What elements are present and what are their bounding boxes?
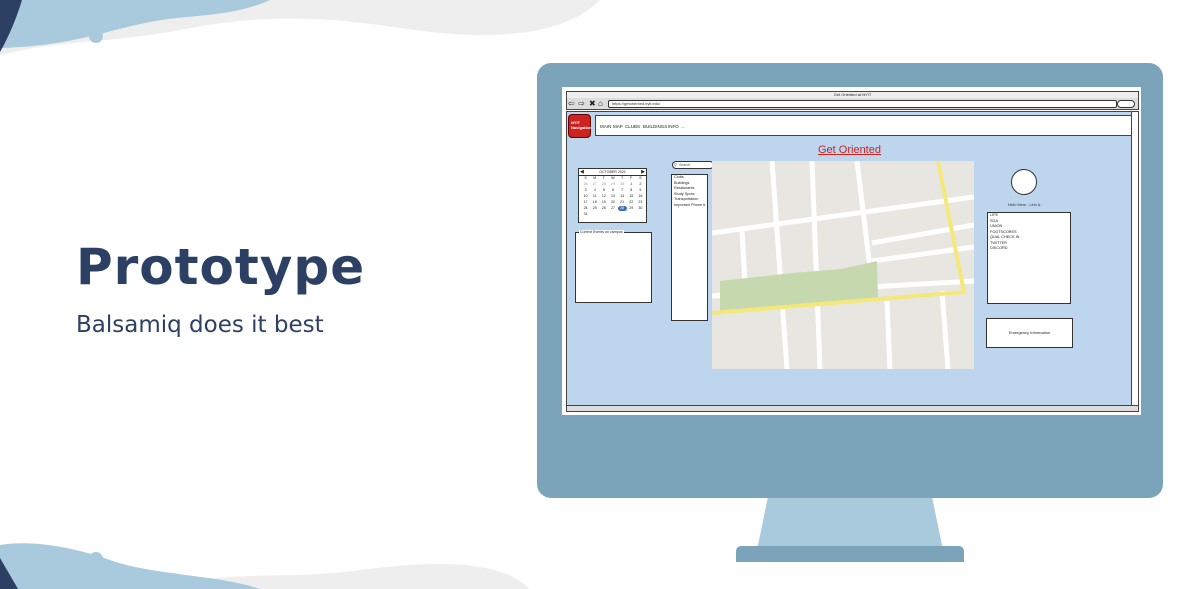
calendar-day[interactable]: 9 <box>636 188 645 193</box>
calendar-day[interactable]: 13 <box>608 194 617 199</box>
list-item[interactable]: Important Phone # <box>672 203 707 209</box>
search-icon: ⚲ <box>674 162 677 167</box>
calendar-day[interactable]: 10 <box>581 194 590 199</box>
calendar-day[interactable]: 5 <box>599 188 608 193</box>
horizontal-scrollbar[interactable] <box>566 405 1139 412</box>
calendar-day[interactable]: 19 <box>599 200 608 205</box>
calendar-day[interactable]: 29 <box>608 182 617 187</box>
calendar-day[interactable]: 21 <box>618 200 627 205</box>
calendar-day[interactable]: 11 <box>590 194 599 199</box>
calendar-weekday: S <box>639 176 642 180</box>
campus-map[interactable] <box>712 161 974 369</box>
calendar-day[interactable]: 3 <box>581 188 590 193</box>
monitor-stand <box>757 496 943 550</box>
calendar-weekday: W <box>611 176 615 180</box>
calendar-weekday: T <box>602 176 605 180</box>
emergency-info-button[interactable]: Emergency Information <box>986 318 1073 348</box>
menu-item-main[interactable]: MAIN <box>600 124 611 129</box>
calendar-grid: S M T W T F S 26 27 28 29 30 1 2 3 4 5 6 7 8 9 10 11 12 13 14 15 16… <box>581 176 645 217</box>
calendar-day[interactable]: 24 <box>581 206 590 211</box>
slide-subtitle: Balsamiq does it best <box>76 312 324 338</box>
calendar-day[interactable]: 28 <box>599 182 608 187</box>
calendar-next-icon[interactable]: ▶ <box>641 169 645 175</box>
calendar-day[interactable]: 26 <box>599 206 608 211</box>
calendar-day[interactable]: 18 <box>590 200 599 205</box>
calendar-day[interactable]: 28 <box>617 206 627 211</box>
calendar-day[interactable]: 20 <box>608 200 617 205</box>
calendar-day[interactable]: 29 <box>627 206 636 211</box>
menu-item-info[interactable]: INFO <box>668 124 679 129</box>
calendar-day[interactable]: 1 <box>627 182 636 187</box>
menu-bar: MAIN MAP CLUBS BUILDINGS INFO ... <box>595 115 1137 136</box>
calendar-weekday: F <box>630 176 633 180</box>
category-list: Clubs Buildings Restaurants Study Spots … <box>671 174 708 321</box>
close-icon[interactable]: ✖ <box>589 99 596 108</box>
calendar-day[interactable]: 30 <box>618 182 627 187</box>
menu-item-clubs[interactable]: CLUBS <box>625 124 640 129</box>
slide-title: Prototype <box>76 238 366 296</box>
search-placeholder: Search <box>679 163 691 167</box>
calendar-day[interactable]: 8 <box>627 188 636 193</box>
current-events-panel: Current Events on campus <box>575 230 652 303</box>
page-heading: Get Oriented <box>818 144 881 156</box>
calendar-day[interactable]: 14 <box>618 194 627 199</box>
social-link[interactable]: DISCORD <box>988 246 1070 252</box>
calendar-day[interactable]: 16 <box>636 194 645 199</box>
calendar-day[interactable]: 26 <box>581 182 590 187</box>
user-greeting: Hello there - Linh A. <box>1007 203 1042 207</box>
calendar-day[interactable]: 12 <box>599 194 608 199</box>
calendar-day[interactable]: 17 <box>581 200 590 205</box>
calendar-day[interactable]: 27 <box>608 206 617 211</box>
calendar-header: ◀ OCTOBER 2021 ▶ <box>579 169 646 176</box>
home-icon[interactable]: ⌂ <box>598 99 603 108</box>
forward-arrow-icon[interactable]: ⇨ <box>578 99 585 108</box>
calendar-day[interactable]: 30 <box>636 206 645 211</box>
menu-item-map[interactable]: MAP <box>613 124 623 129</box>
search-input[interactable]: ⚲ Search <box>672 161 714 169</box>
calendar-widget[interactable]: ◀ OCTOBER 2021 ▶ S M T W T F S 26 27 28 29 30 1 2 3 4 5 6… <box>578 168 647 223</box>
app-logo[interactable]: NYIT Navigation <box>568 114 591 138</box>
calendar-day[interactable]: 31 <box>581 212 590 217</box>
calendar-weekday: M <box>593 176 597 180</box>
social-links-panel: LIFE SGA UNION FOOTSCORES QUAL CHECK IN … <box>987 212 1071 304</box>
calendar-day[interactable]: 4 <box>590 188 599 193</box>
back-arrow-icon[interactable]: ⇦ <box>568 99 575 108</box>
browser-search-oval[interactable] <box>1117 100 1135 108</box>
calendar-day[interactable]: 22 <box>627 200 636 205</box>
monitor-base <box>736 546 964 562</box>
calendar-day[interactable]: 2 <box>636 182 645 187</box>
calendar-day[interactable]: 15 <box>627 194 636 199</box>
url-bar[interactable]: https://getoriented.nyit.edu/ <box>608 100 1117 108</box>
calendar-day[interactable]: 23 <box>636 200 645 205</box>
calendar-month-label: OCTOBER 2021 <box>599 170 626 174</box>
menu-item-more[interactable]: ... <box>681 124 685 129</box>
calendar-weekday: S <box>584 176 587 180</box>
avatar[interactable] <box>1011 169 1037 195</box>
menu-item-buildings[interactable]: BUILDINGS <box>643 124 667 129</box>
calendar-day[interactable]: 27 <box>590 182 599 187</box>
calendar-day[interactable]: 25 <box>590 206 599 211</box>
calendar-prev-icon[interactable]: ◀ <box>580 169 584 175</box>
monitor-screen: Get Oriented at NYIT ⇦ ⇨ ✖ ⌂ https://get… <box>562 87 1141 415</box>
events-label: Current Events on campus <box>579 230 624 234</box>
web-page: NYIT Navigation MAIN MAP CLUBS BUILDINGS… <box>566 111 1137 409</box>
calendar-day[interactable]: 6 <box>608 188 617 193</box>
vertical-scrollbar[interactable] <box>1131 111 1139 409</box>
calendar-weekday: T <box>621 176 624 180</box>
calendar-day[interactable]: 7 <box>618 188 627 193</box>
